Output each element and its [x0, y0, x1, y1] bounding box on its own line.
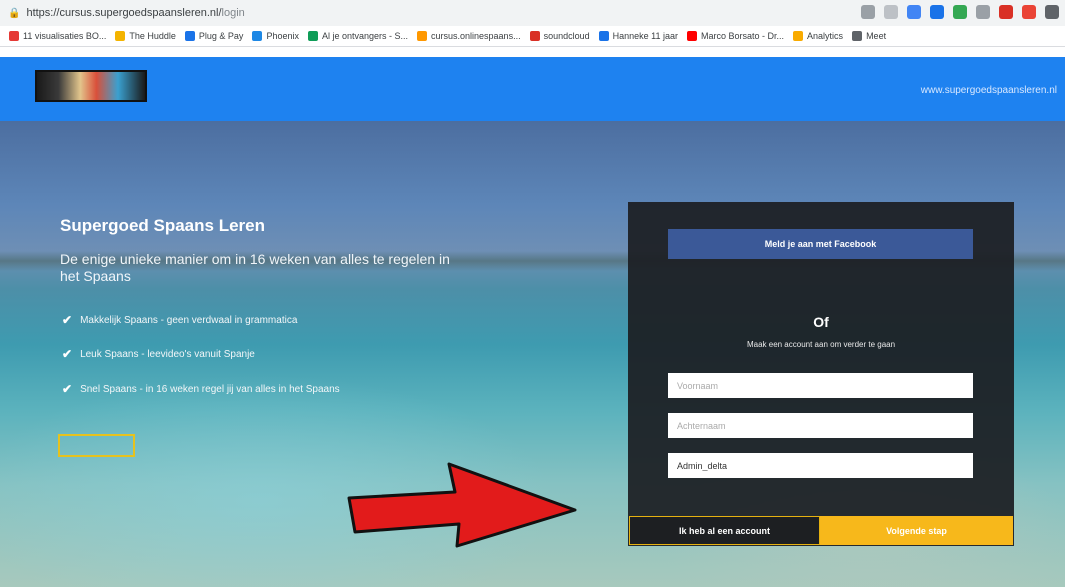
- bookmark-favicon-icon: [115, 31, 126, 41]
- url-main: https://cursus.supergoedspaansleren.nl/: [26, 7, 222, 19]
- bookmark-favicon-icon: [529, 31, 540, 41]
- bookmark-favicon-icon: [9, 31, 19, 41]
- hero-cta-button[interactable]: [58, 434, 135, 457]
- feature-text: Leuk Spaans - leevideo's vanuit Spanje: [80, 348, 255, 360]
- bookmark-label: Analytics: [807, 31, 844, 41]
- username-field[interactable]: [668, 453, 973, 478]
- extension-icon[interactable]: [953, 5, 967, 19]
- bookmark-label: cursus.onlinespaans...: [431, 31, 521, 41]
- last-name-field[interactable]: [668, 413, 973, 438]
- check-icon: ✔: [62, 382, 73, 396]
- extension-icon[interactable]: [1022, 5, 1036, 19]
- bookmark-favicon-icon: [852, 31, 863, 41]
- check-icon: ✔: [62, 313, 73, 327]
- extension-icon[interactable]: [907, 5, 921, 19]
- bookmark-item[interactable]: cursus.onlinespaans...: [417, 31, 521, 41]
- bookmark-item[interactable]: Phoenix: [252, 31, 299, 41]
- bookmark-label: Meet: [866, 31, 887, 41]
- signup-panel: Meld je aan met Facebook Of Maak een acc…: [628, 202, 1014, 546]
- site-link[interactable]: www.supergoedspaansleren.nl: [921, 85, 1057, 96]
- check-icon: ✔: [62, 347, 73, 361]
- bookmark-item[interactable]: Hanneke 11 jaar: [598, 31, 679, 41]
- bookmark-item[interactable]: Marco Borsato - Dr...: [687, 31, 784, 41]
- have-account-button[interactable]: Ik heb al een account: [629, 516, 820, 545]
- make-account-text: Maak een account aan om verder te gaan: [746, 340, 896, 349]
- red-arrow-annotation: [347, 462, 577, 548]
- lock-icon: 🔒: [8, 7, 21, 19]
- extension-icon[interactable]: [976, 5, 990, 19]
- key-icon[interactable]: [861, 5, 875, 19]
- bookmark-item[interactable]: Meet: [852, 31, 886, 41]
- bookmark-favicon-icon: [307, 31, 318, 41]
- bookmark-favicon-icon: [252, 31, 263, 41]
- feature-text: Snel Spaans - in 16 weken regel jij van …: [80, 383, 340, 395]
- extension-icon[interactable]: [930, 5, 944, 19]
- bookmark-label: Phoenix: [266, 31, 299, 41]
- star-icon[interactable]: [884, 5, 898, 19]
- bookmark-item[interactable]: Analytics: [793, 31, 843, 41]
- url-text[interactable]: https://cursus.supergoedspaansleren.nl/l…: [26, 7, 244, 19]
- bookmark-label: soundcloud: [543, 31, 590, 41]
- feature-item: ✔ Leuk Spaans - leevideo's vanuit Spanje: [62, 347, 255, 361]
- bookmark-favicon-icon: [598, 31, 609, 41]
- extension-icon[interactable]: [1045, 5, 1059, 19]
- bookmark-item[interactable]: The Huddle: [115, 31, 176, 41]
- bookmark-label: 11 visualisaties BO...: [23, 31, 107, 41]
- bookmark-item[interactable]: Al je ontvangers - S...: [307, 31, 409, 41]
- feature-text: Makkelijk Spaans - geen verdwaal in gram…: [80, 314, 298, 326]
- bookmark-label: Plug & Pay: [198, 31, 244, 41]
- bookmark-item[interactable]: soundcloud: [529, 31, 590, 41]
- browser-address-bar[interactable]: 🔒 https://cursus.supergoedspaansleren.nl…: [0, 0, 1065, 26]
- bookmark-favicon-icon: [687, 31, 698, 41]
- bookmarks-bar: 11 visualisaties BO... The Huddle Plug & P…: [0, 26, 1065, 47]
- bookmark-item[interactable]: 11 visualisaties BO...: [9, 31, 106, 41]
- bookmark-favicon-icon: [184, 31, 195, 41]
- site-header: www.supergoedspaansleren.nl: [0, 57, 1065, 121]
- bookmark-item[interactable]: Plug & Pay: [184, 31, 244, 41]
- bookmark-label: The Huddle: [129, 31, 176, 41]
- hero-subtitle: De enige unieke manier om in 16 weken va…: [60, 251, 450, 284]
- facebook-login-button[interactable]: Meld je aan met Facebook: [668, 229, 973, 259]
- bookmark-favicon-icon: [793, 31, 804, 41]
- bookmark-favicon-icon: [417, 31, 428, 41]
- next-step-button[interactable]: Volgende stap: [820, 516, 1013, 545]
- first-name-field[interactable]: [668, 373, 973, 398]
- or-divider: Of: [813, 314, 829, 330]
- feature-item: ✔ Snel Spaans - in 16 weken regel jij va…: [62, 382, 340, 396]
- feature-item: ✔ Makkelijk Spaans - geen verdwaal in gr…: [62, 313, 297, 327]
- site-logo[interactable]: [35, 70, 147, 102]
- bookmark-label: Al je ontvangers - S...: [321, 31, 409, 41]
- extension-icons: [861, 5, 1059, 19]
- url-path: login: [221, 7, 245, 19]
- bookmark-label: Marco Borsato - Dr...: [701, 31, 785, 41]
- extension-icon[interactable]: [999, 5, 1013, 19]
- bookmark-label: Hanneke 11 jaar: [612, 31, 679, 41]
- hero-title: Supergoed Spaans Leren: [60, 216, 265, 235]
